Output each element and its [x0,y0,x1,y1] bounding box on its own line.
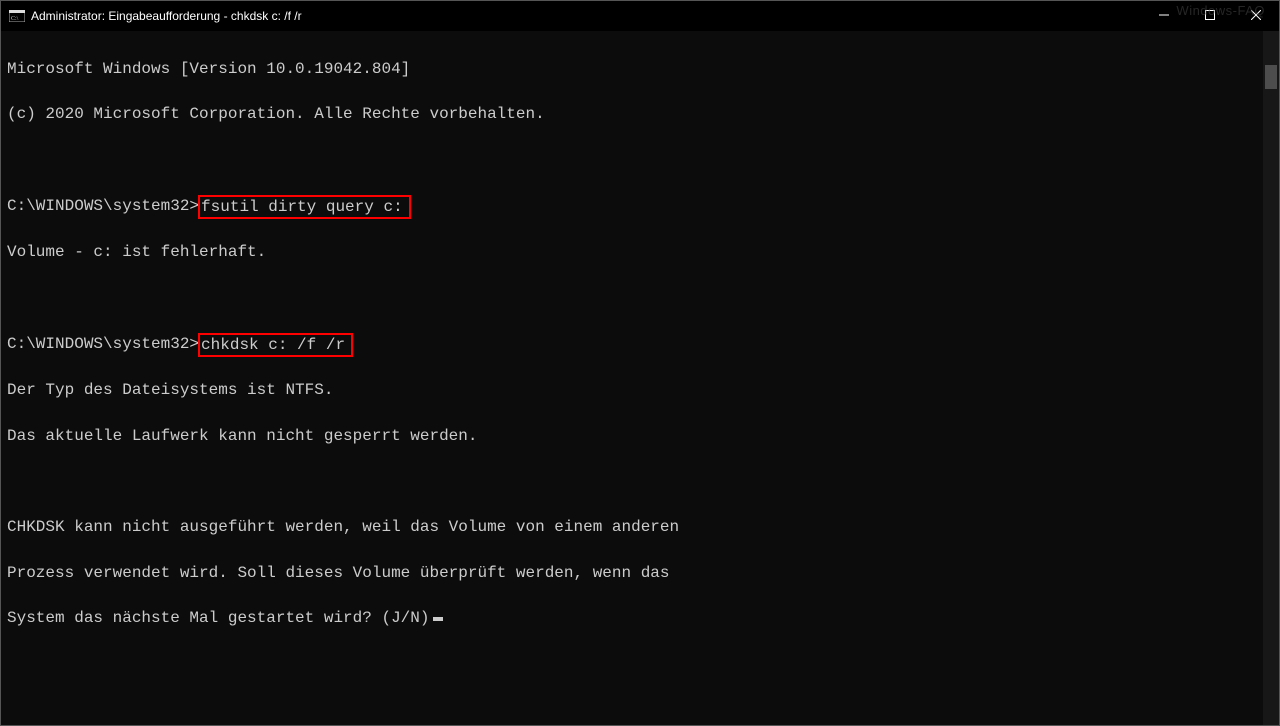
scrollbar-thumb[interactable] [1265,65,1277,89]
scrollbar-track[interactable] [1263,31,1279,725]
terminal-line: Das aktuelle Laufwerk kann nicht gesperr… [7,425,1273,448]
prompt-path: C:\WINDOWS\system32> [7,333,199,356]
terminal-line: Prozess verwendet wird. Soll dieses Volu… [7,562,1273,585]
text-cursor [433,617,443,621]
maximize-icon [1205,9,1215,23]
terminal-line: Microsoft Windows [Version 10.0.19042.80… [7,58,1273,81]
terminal-prompt-line: C:\WINDOWS\system32>fsutil dirty query c… [7,195,1273,219]
terminal-line: (c) 2020 Microsoft Corporation. Alle Rec… [7,103,1273,126]
terminal-area[interactable]: Microsoft Windows [Version 10.0.19042.80… [1,31,1279,725]
close-button[interactable] [1233,1,1279,31]
window-controls [1141,1,1279,31]
terminal-line: Volume - c: ist fehlerhaft. [7,241,1273,264]
terminal-line: CHKDSK kann nicht ausgeführt werden, wei… [7,516,1273,539]
terminal-line: Der Typ des Dateisystems ist NTFS. [7,379,1273,402]
minimize-icon [1159,9,1169,23]
terminal-line [7,149,1273,172]
close-icon [1251,9,1261,23]
terminal-line [7,471,1273,494]
cmd-window: Windows-FAQ C:\ Administrator: Eingabeau… [0,0,1280,726]
terminal-prompt-line: System das nächste Mal gestartet wird? (… [7,607,1273,630]
titlebar[interactable]: C:\ Administrator: Eingabeaufforderung -… [1,1,1279,31]
prompt-path: C:\WINDOWS\system32> [7,195,199,218]
highlighted-command: fsutil dirty query c: [198,195,411,219]
terminal-line [7,287,1273,310]
terminal-line: System das nächste Mal gestartet wird? (… [7,607,429,630]
window-title: Administrator: Eingabeaufforderung - chk… [31,9,302,23]
terminal-output[interactable]: Microsoft Windows [Version 10.0.19042.80… [1,31,1279,725]
cmd-icon: C:\ [9,8,25,24]
terminal-prompt-line: C:\WINDOWS\system32>chkdsk c: /f /r [7,333,1273,357]
minimize-button[interactable] [1141,1,1187,31]
highlighted-command: chkdsk c: /f /r [198,333,353,357]
svg-text:C:\: C:\ [11,16,19,22]
maximize-button[interactable] [1187,1,1233,31]
